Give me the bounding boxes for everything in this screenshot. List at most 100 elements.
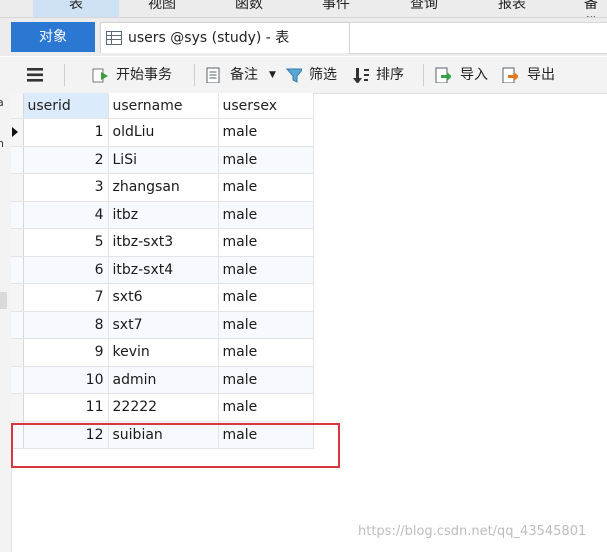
menu-item-query[interactable]: 查询 xyxy=(410,0,438,13)
row-indicator xyxy=(11,256,24,284)
cell-usersex[interactable]: male xyxy=(218,393,314,422)
begin-transaction-button[interactable]: 开始事务 xyxy=(92,57,184,93)
tab-users-table-label: users @sys (study) - 表 xyxy=(128,30,290,46)
tab-strip-empty xyxy=(349,22,607,54)
table-row[interactable]: 7 sxt6 male xyxy=(11,283,314,312)
cell-userid[interactable]: 5 xyxy=(23,228,109,257)
menu-item-backup[interactable]: 备份 xyxy=(584,0,607,17)
hamburger-menu-button[interactable] xyxy=(25,57,47,93)
cell-userid[interactable]: 12 xyxy=(23,421,109,449)
grid-header-row: userid username usersex xyxy=(11,93,314,119)
cell-username[interactable]: zhangsan xyxy=(108,173,219,202)
cell-userid[interactable]: 6 xyxy=(23,256,109,284)
cell-userid[interactable]: 10 xyxy=(23,366,109,394)
toolbar-separator xyxy=(194,64,195,86)
sort-label: 排序 xyxy=(376,67,404,83)
cell-userid[interactable]: 4 xyxy=(23,201,109,229)
row-indicator xyxy=(11,201,24,229)
cell-usersex[interactable]: male xyxy=(218,118,314,147)
left-panel-text-fragment: n xyxy=(0,137,4,150)
cell-username[interactable]: itbz-sxt4 xyxy=(108,256,219,284)
cell-usersex[interactable]: male xyxy=(218,283,314,312)
table-row[interactable]: 12 suibian male xyxy=(11,421,314,449)
tab-row: 对象 users @sys (study) - 表 xyxy=(0,18,607,56)
row-indicator xyxy=(11,283,24,312)
export-label: 导出 xyxy=(527,67,555,83)
menu-item-table[interactable]: 表 xyxy=(33,0,119,17)
export-icon xyxy=(502,67,518,83)
table-row[interactable]: 9 kevin male xyxy=(11,338,314,367)
menu-bar: 表 视图 函数 事件 查询 报表 备份 xyxy=(0,0,607,18)
filter-label: 筛选 xyxy=(309,67,337,83)
cell-userid[interactable]: 9 xyxy=(23,338,109,367)
table-row[interactable]: 4 itbz male xyxy=(11,201,314,229)
left-panel-selection-mark xyxy=(0,292,7,309)
cell-username[interactable]: kevin xyxy=(108,338,219,367)
table-row[interactable]: 2 LiSi male xyxy=(11,146,314,174)
table-row[interactable]: 6 itbz-sxt4 male xyxy=(11,256,314,284)
column-header-userid[interactable]: userid xyxy=(23,93,109,119)
column-header-usersex[interactable]: usersex xyxy=(218,93,314,119)
cell-username[interactable]: itbz-sxt3 xyxy=(108,228,219,257)
cell-username[interactable]: itbz xyxy=(108,201,219,229)
memo-button[interactable]: 备注 ▼ xyxy=(206,57,278,93)
cell-userid[interactable]: 11 xyxy=(23,393,109,422)
sort-button[interactable]: 排序 xyxy=(353,57,411,93)
tab-objects[interactable]: 对象 xyxy=(11,22,95,52)
column-header-username[interactable]: username xyxy=(108,93,219,119)
table-row[interactable]: 3 zhangsan male xyxy=(11,173,314,202)
row-indicator xyxy=(11,228,24,257)
cell-usersex[interactable]: male xyxy=(218,366,314,394)
tab-users-table[interactable]: users @sys (study) - 表 xyxy=(100,22,350,53)
cell-username[interactable]: LiSi xyxy=(108,146,219,174)
row-indicator xyxy=(11,311,24,339)
cell-userid[interactable]: 7 xyxy=(23,283,109,312)
cell-username[interactable]: sxt7 xyxy=(108,311,219,339)
cell-usersex[interactable]: male xyxy=(218,338,314,367)
row-indicator xyxy=(11,173,24,202)
import-button[interactable]: 导入 xyxy=(435,57,493,93)
row-indicator xyxy=(11,393,24,422)
menu-item-event[interactable]: 事件 xyxy=(322,0,350,13)
table-row[interactable]: 8 sxt7 male xyxy=(11,311,314,339)
row-indicator-header xyxy=(11,93,24,119)
cell-userid[interactable]: 3 xyxy=(23,173,109,202)
cell-username[interactable]: 22222 xyxy=(108,393,219,422)
row-indicator xyxy=(11,146,24,174)
memo-label: 备注 xyxy=(230,67,258,83)
hamburger-icon xyxy=(27,68,43,82)
menu-item-function[interactable]: 函数 xyxy=(235,0,263,13)
toolbar-separator xyxy=(64,64,65,86)
cell-usersex[interactable]: male xyxy=(218,146,314,174)
toolbar-separator xyxy=(423,64,424,86)
left-panel-text-fragment: a xyxy=(0,96,4,109)
transaction-icon xyxy=(92,68,108,83)
cell-username[interactable]: suibian xyxy=(108,421,219,449)
menu-item-view[interactable]: 视图 xyxy=(148,0,176,13)
table-row[interactable]: 1 oldLiu male xyxy=(11,118,314,147)
table-row[interactable]: 5 itbz-sxt3 male xyxy=(11,228,314,257)
cell-usersex[interactable]: male xyxy=(218,228,314,257)
cell-userid[interactable]: 8 xyxy=(23,311,109,339)
table-row[interactable]: 10 admin male xyxy=(11,366,314,394)
row-indicator xyxy=(11,421,24,449)
cell-username[interactable]: admin xyxy=(108,366,219,394)
cell-usersex[interactable]: male xyxy=(218,201,314,229)
toolbar: 开始事务 备注 ▼ 筛选 排序 导入 导出 xyxy=(0,57,607,94)
menu-item-report[interactable]: 报表 xyxy=(498,0,526,13)
cell-username[interactable]: oldLiu xyxy=(108,118,219,147)
table-row[interactable]: 11 22222 male xyxy=(11,393,314,422)
export-button[interactable]: 导出 xyxy=(502,57,560,93)
cell-usersex[interactable]: male xyxy=(218,256,314,284)
cell-userid[interactable]: 1 xyxy=(23,118,109,147)
cell-userid[interactable]: 2 xyxy=(23,146,109,174)
cell-usersex[interactable]: male xyxy=(218,311,314,339)
cell-usersex[interactable]: male xyxy=(218,421,314,449)
table-icon xyxy=(106,31,122,45)
sort-icon xyxy=(353,68,369,83)
cell-usersex[interactable]: male xyxy=(218,173,314,202)
current-row-indicator-icon xyxy=(11,118,24,147)
filter-button[interactable]: 筛选 xyxy=(286,57,344,93)
cell-username[interactable]: sxt6 xyxy=(108,283,219,312)
row-indicator xyxy=(11,366,24,394)
